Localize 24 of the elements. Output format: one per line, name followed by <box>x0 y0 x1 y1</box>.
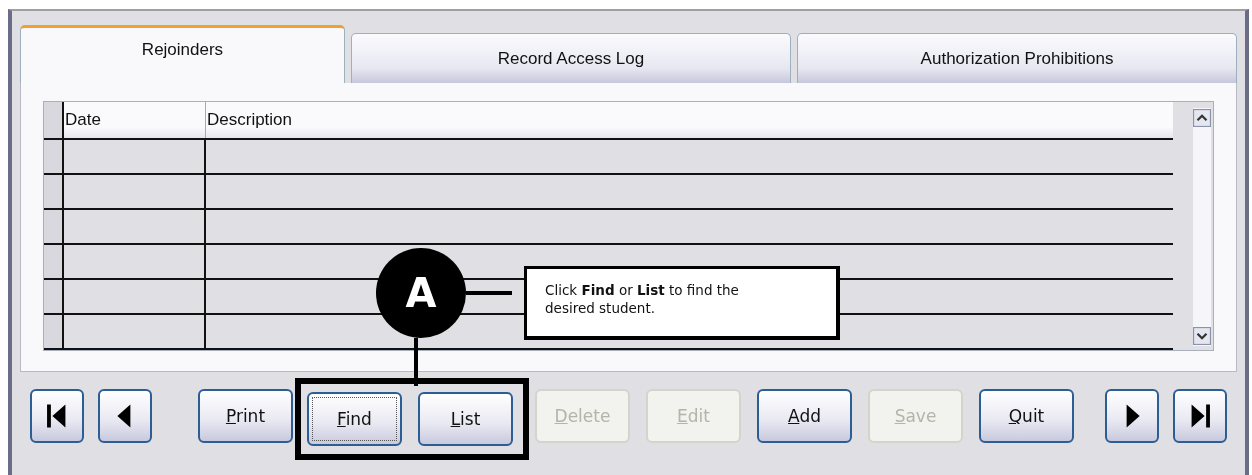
row-header[interactable] <box>44 315 64 348</box>
action-button[interactable]: Quit <box>979 389 1074 443</box>
column-header[interactable]: Date <box>64 102 206 138</box>
action-button[interactable]: Add <box>757 389 852 443</box>
row-header[interactable] <box>44 245 64 278</box>
tab[interactable]: Authorization Prohibitions <box>797 33 1237 83</box>
prev-record-button[interactable] <box>98 389 152 443</box>
callout-text: Click Find or List to find the desired student. <box>524 266 840 340</box>
scroll-up-icon[interactable] <box>1193 108 1211 128</box>
action-button[interactable]: Print <box>198 389 293 443</box>
action-button[interactable]: Find <box>307 392 402 446</box>
last-record-button[interactable] <box>1173 389 1227 443</box>
row-header[interactable] <box>44 175 64 208</box>
row-header[interactable] <box>44 140 64 173</box>
column-header[interactable]: Description <box>206 102 1173 138</box>
tab[interactable]: Record Access Log <box>351 33 791 83</box>
row-header[interactable] <box>44 210 64 243</box>
tab[interactable]: Rejoinders <box>20 25 345 83</box>
row-header[interactable] <box>44 280 64 313</box>
scrollbar[interactable] <box>1193 108 1211 346</box>
next-record-button[interactable] <box>1105 389 1159 443</box>
scroll-down-icon[interactable] <box>1193 326 1211 346</box>
action-button[interactable]: List <box>418 392 513 446</box>
first-record-button[interactable] <box>30 389 84 443</box>
